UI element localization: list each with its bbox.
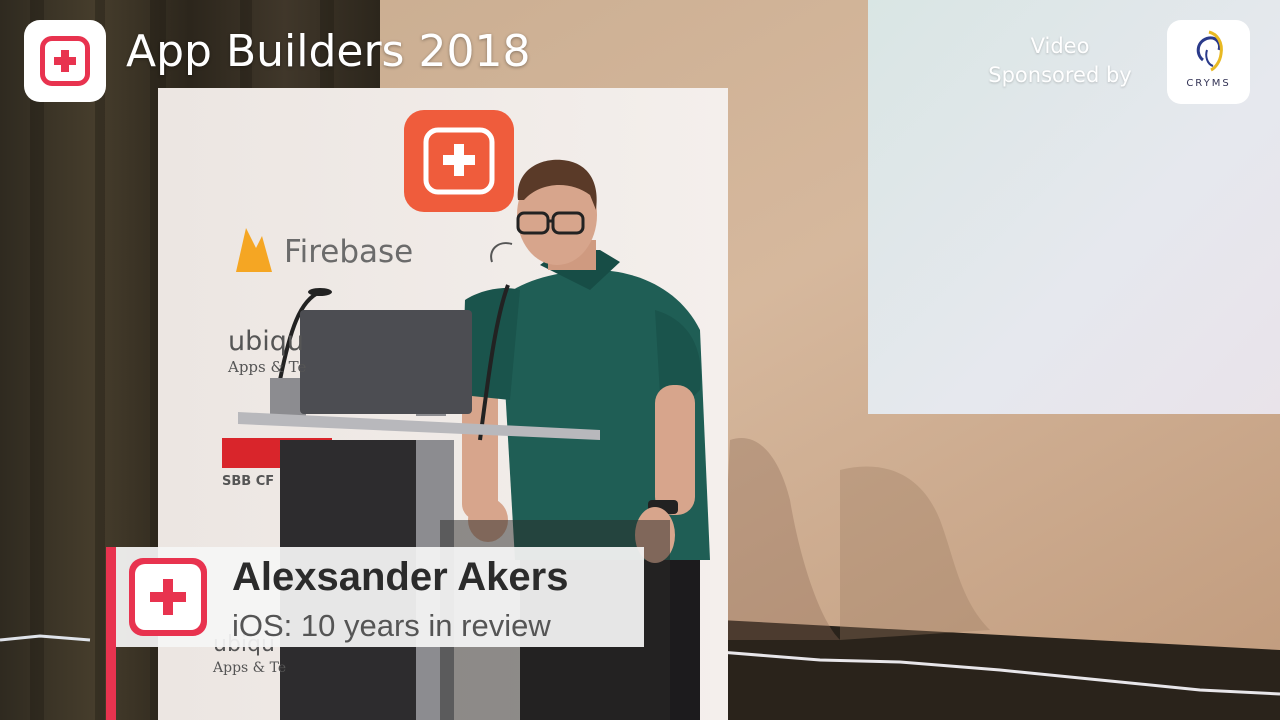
lower-third-accent-bar [106, 547, 116, 720]
banner-sbb-text: SBB CF [222, 474, 275, 489]
crayms-sponsor-logo: CRYMS [1167, 20, 1250, 104]
lower-third: Alexsander Akers iOS: 10 years in review [116, 547, 644, 647]
sponsor-caption: Video Sponsored by [960, 32, 1160, 90]
lower-third-logo [129, 558, 207, 636]
talk-title: iOS: 10 years in review [232, 608, 551, 643]
banner-firebase-text: Firebase [284, 234, 414, 270]
sponsor-caption-line1: Video [1030, 34, 1090, 58]
sponsor-caption-line2: Sponsored by [988, 63, 1132, 87]
medical-cross-icon [135, 564, 201, 630]
laptop [300, 310, 472, 414]
banner-apps-lower-text: Apps & Te [213, 660, 287, 676]
banner-apps-text: Apps & Te [228, 358, 307, 376]
crayms-mark-icon [1196, 30, 1223, 72]
speaker-name: Alexsander Akers [232, 555, 569, 599]
medical-cross-icon [40, 36, 90, 86]
event-title: App Builders 2018 [126, 26, 531, 77]
app-builders-logo [24, 20, 106, 102]
sponsor-logo-text: CRYMS [1186, 78, 1231, 89]
banner-ubiqu-text: ubiqu [228, 326, 305, 357]
